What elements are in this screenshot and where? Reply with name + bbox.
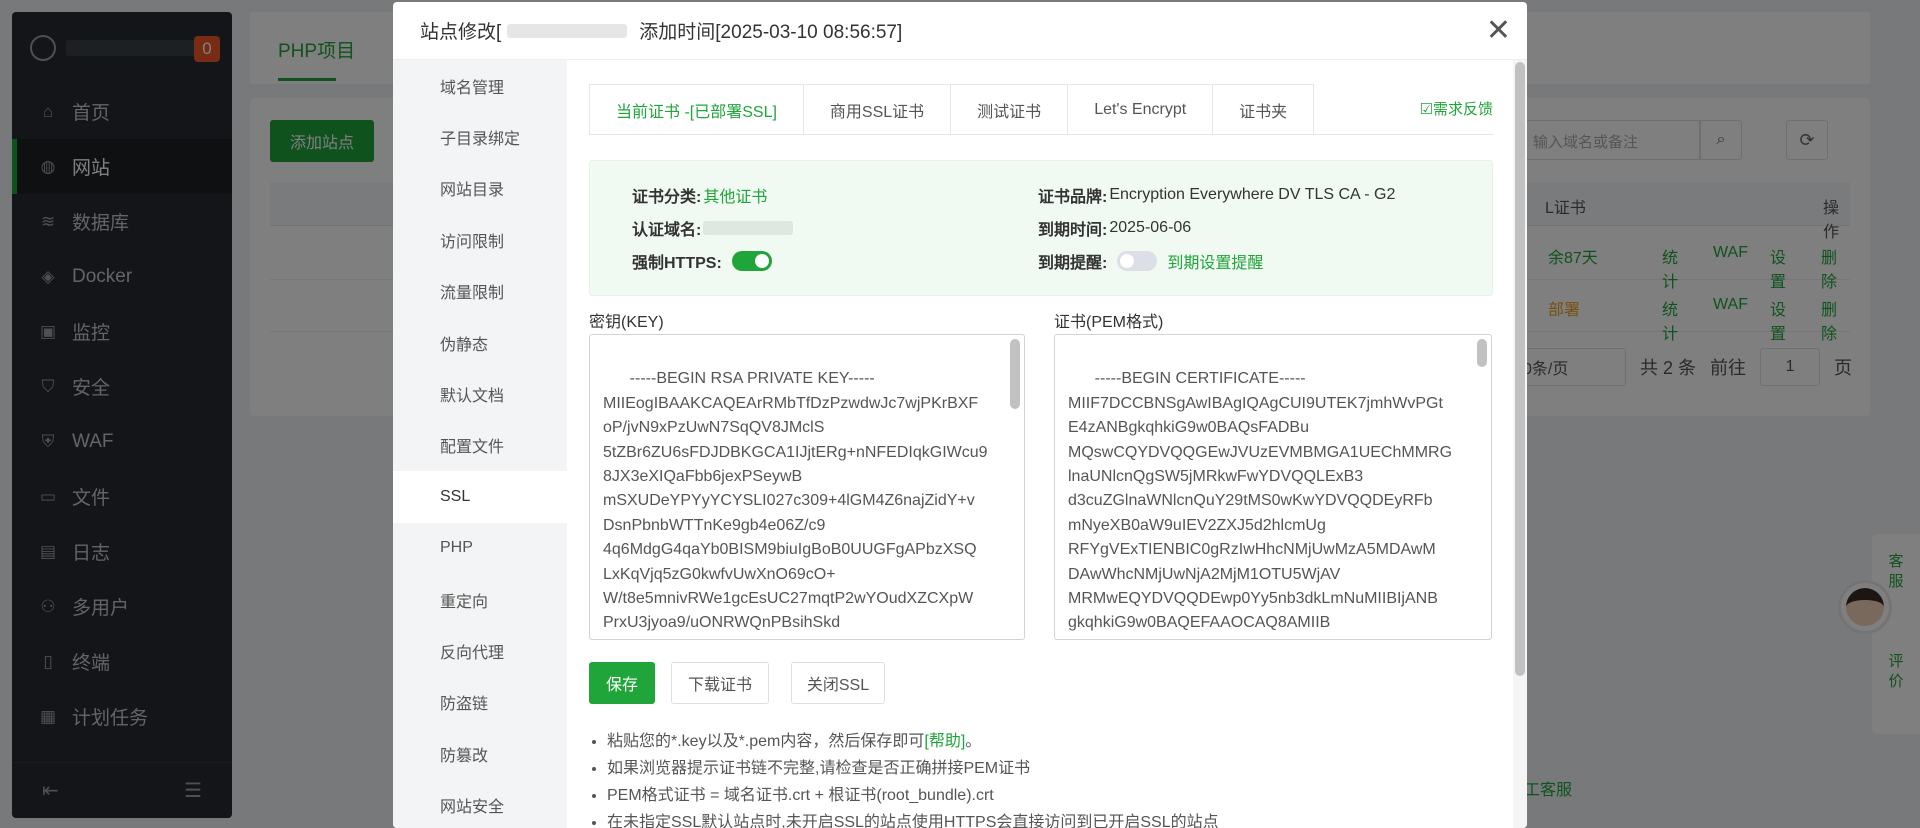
cert-expire-value: 2025-06-06: [1109, 219, 1192, 236]
tip-item: 粘贴您的*.key以及*.pem内容，然后保存即可[帮助]。: [607, 728, 1219, 755]
tip-item: 在未指定SSL默认站点时,未开启SSL的站点使用HTTPS会直接访问到已开启SS…: [607, 809, 1219, 828]
help-link[interactable]: [帮助]: [924, 733, 965, 750]
tip-end: 。: [965, 733, 982, 750]
modal-nav-item[interactable]: 域名管理: [393, 60, 567, 111]
tip-text: 粘贴您的*.key以及*.pem内容，然后保存即可: [607, 733, 925, 750]
feedback-link[interactable]: ☑需求反馈: [1420, 98, 1493, 119]
expire-reminder-link[interactable]: 到期设置提醒: [1167, 249, 1263, 273]
site-name-redacted: [507, 23, 628, 38]
modal-scrollbar-thumb[interactable]: [1515, 62, 1525, 676]
modal-nav-item[interactable]: 重定向: [393, 574, 567, 625]
modal-title-suffix: 添加时间[2025-03-10 08:56:57]: [639, 22, 903, 43]
ssl-tab[interactable]: 当前证书 -[已部署SSL]: [590, 85, 804, 135]
download-cert-button[interactable]: 下载证书: [671, 662, 769, 704]
force-https-label: 强制HTTPS:: [632, 255, 722, 272]
key-scrollbar[interactable]: [1010, 339, 1020, 409]
key-textarea[interactable]: -----BEGIN RSA PRIVATE KEY----- MIIEogIB…: [589, 334, 1025, 640]
modal-nav-item[interactable]: 访问限制: [393, 214, 567, 265]
cert-brand-label: 证书品牌:: [1038, 189, 1108, 206]
ssl-tab[interactable]: 测试证书: [951, 85, 1069, 135]
ssl-tips: 粘贴您的*.key以及*.pem内容，然后保存即可[帮助]。 如果浏览器提示证书…: [607, 728, 1219, 828]
cert-textarea[interactable]: -----BEGIN CERTIFICATE----- MIIF7DCCBNSg…: [1054, 334, 1492, 640]
cert-info-box: 证书分类: 其他证书 认证域名: 强制HTTPS: 证书品牌: Encrypti…: [589, 160, 1493, 296]
modal-nav-item[interactable]: 网站安全: [393, 779, 567, 828]
modal-nav-item[interactable]: 网站目录: [393, 163, 567, 214]
modal-nav-item[interactable]: SSL: [393, 471, 567, 523]
modal-nav-item[interactable]: 默认文档: [393, 368, 567, 419]
expire-reminder-label: 到期提醒:: [1038, 255, 1108, 272]
modal-nav-item[interactable]: 防盗链: [393, 677, 567, 728]
cert-domain: 认证域名:: [632, 216, 794, 240]
tabs-divider: [589, 134, 1493, 135]
modal-nav-item[interactable]: 防篡改: [393, 728, 567, 779]
expire-reminder-toggle[interactable]: [1117, 251, 1158, 271]
cert-text: -----BEGIN CERTIFICATE----- MIIF7DCCBNSg…: [1068, 370, 1453, 639]
force-https-toggle[interactable]: [731, 251, 772, 271]
cert-category: 证书分类: 其他证书: [632, 183, 767, 207]
ssl-panel: 当前证书 -[已部署SSL] 商用SSL证书 测试证书 Let's Encrypt 证书…: [567, 60, 1513, 828]
modal-nav-item[interactable]: 伪静态: [393, 317, 567, 368]
close-icon[interactable]: ✕: [1486, 16, 1511, 46]
cert-brand: 证书品牌: Encryption Everywhere DV TLS CA - …: [1038, 183, 1395, 207]
cert-scrollbar[interactable]: [1477, 339, 1487, 367]
ssl-tab[interactable]: 商用SSL证书: [804, 85, 952, 135]
cert-label: 证书(PEM格式): [1054, 314, 1164, 331]
cert-category-label: 证书分类:: [632, 189, 702, 206]
cert-brand-value: Encryption Everywhere DV TLS CA - G2: [1109, 186, 1396, 203]
key-text: -----BEGIN RSA PRIVATE KEY----- MIIEogIB…: [603, 370, 988, 639]
expire-reminder: 到期提醒: 到期设置提醒: [1038, 249, 1263, 273]
ssl-tabs: 当前证书 -[已部署SSL] 商用SSL证书 测试证书 Let's Encrypt 证书…: [589, 84, 1315, 135]
cert-domain-label: 认证域名:: [632, 222, 702, 239]
site-edit-modal: 站点修改[ 添加时间[2025-03-10 08:56:57] ✕ 域名管理 子目…: [393, 2, 1527, 828]
save-button[interactable]: 保存: [589, 662, 655, 704]
modal-title-prefix: 站点修改[: [420, 22, 502, 43]
modal-nav-item[interactable]: 流量限制: [393, 266, 567, 317]
cert-domain-redacted: [703, 221, 794, 235]
tip-item: 如果浏览器提示证书链不完整,请检查是否正确拼接PEM证书: [607, 755, 1219, 782]
modal-title: 站点修改[ 添加时间[2025-03-10 08:56:57]: [393, 2, 1527, 60]
close-ssl-button[interactable]: 关闭SSL: [791, 662, 885, 704]
modal-side-nav: 域名管理 子目录绑定 网站目录 访问限制 流量限制 伪静态 默认文档 配置文件 SSL PHP 重定…: [393, 60, 567, 828]
cert-expire: 到期时间: 2025-06-06: [1038, 216, 1191, 240]
modal-nav-item[interactable]: 子目录绑定: [393, 111, 567, 162]
cert-category-value: 其他证书: [703, 189, 768, 206]
key-label: 密钥(KEY): [589, 314, 664, 331]
ssl-tab[interactable]: 证书夹: [1213, 85, 1313, 135]
cert-expire-label: 到期时间:: [1038, 222, 1108, 239]
feedback-label: 需求反馈: [1432, 101, 1493, 118]
modal-nav-item[interactable]: 配置文件: [393, 420, 567, 471]
modal-scrollbar[interactable]: [1513, 60, 1527, 828]
tip-item: PEM格式证书 = 域名证书.crt + 根证书(root_bundle).cr…: [607, 782, 1219, 809]
ssl-tab[interactable]: Let's Encrypt: [1068, 85, 1214, 135]
feedback-icon: ☑: [1419, 101, 1433, 118]
modal-nav-item[interactable]: 反向代理: [393, 625, 567, 676]
force-https: 强制HTTPS:: [632, 249, 772, 273]
modal-nav-item[interactable]: PHP: [393, 523, 567, 574]
